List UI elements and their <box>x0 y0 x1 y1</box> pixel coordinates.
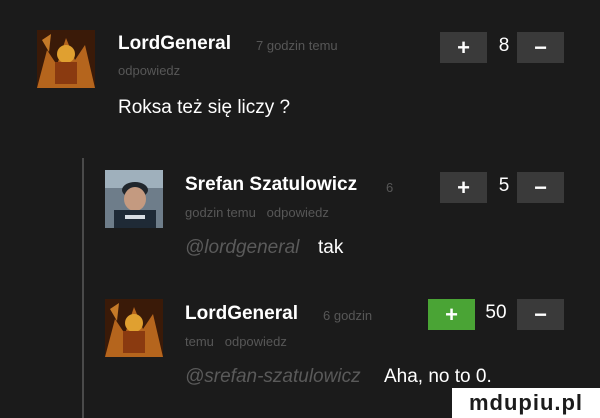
downvote-button[interactable]: − <box>517 299 564 330</box>
username[interactable]: LordGeneral <box>185 303 298 325</box>
comment-text: Roksa też się liczy ? <box>118 97 291 118</box>
comment-time: 6 godzin <box>323 308 373 323</box>
upvote-button[interactable]: + <box>440 32 487 63</box>
avatar[interactable] <box>37 30 95 88</box>
downvote-button[interactable]: − <box>517 32 564 63</box>
minus-icon: − <box>534 174 547 200</box>
plus-icon: + <box>457 174 470 200</box>
mention-link[interactable]: @lordgeneral <box>185 237 299 259</box>
reply-link[interactable]: temu odpowiedz <box>185 333 287 350</box>
downvote-button[interactable]: − <box>517 172 564 203</box>
avatar[interactable] <box>105 170 163 228</box>
thread-line <box>82 158 84 418</box>
vote-score: 8 <box>498 35 510 56</box>
comment-text: tak <box>318 237 344 258</box>
plus-icon: + <box>457 34 470 60</box>
mention-link[interactable]: @srefan-szatulowicz <box>185 366 361 388</box>
plus-icon: + <box>445 301 458 327</box>
comment-text: Aha, no to 0. <box>384 366 492 387</box>
reply-link[interactable]: odpowiedz <box>118 62 180 79</box>
avatar[interactable] <box>105 299 163 357</box>
username[interactable]: LordGeneral <box>118 33 231 55</box>
watermark-logo: mdupiu.pl <box>452 388 600 418</box>
reply-link[interactable]: godzin temu odpowiedz <box>185 204 329 221</box>
comment-time: 7 godzin temu <box>256 38 338 53</box>
minus-icon: − <box>534 34 547 60</box>
upvote-button[interactable]: + <box>428 299 475 330</box>
minus-icon: − <box>534 301 547 327</box>
upvote-button[interactable]: + <box>440 172 487 203</box>
username[interactable]: Srefan Szatulowicz <box>185 174 357 196</box>
vote-score: 50 <box>485 302 507 323</box>
comment-time: 6 <box>386 180 394 195</box>
vote-score: 5 <box>498 175 510 196</box>
